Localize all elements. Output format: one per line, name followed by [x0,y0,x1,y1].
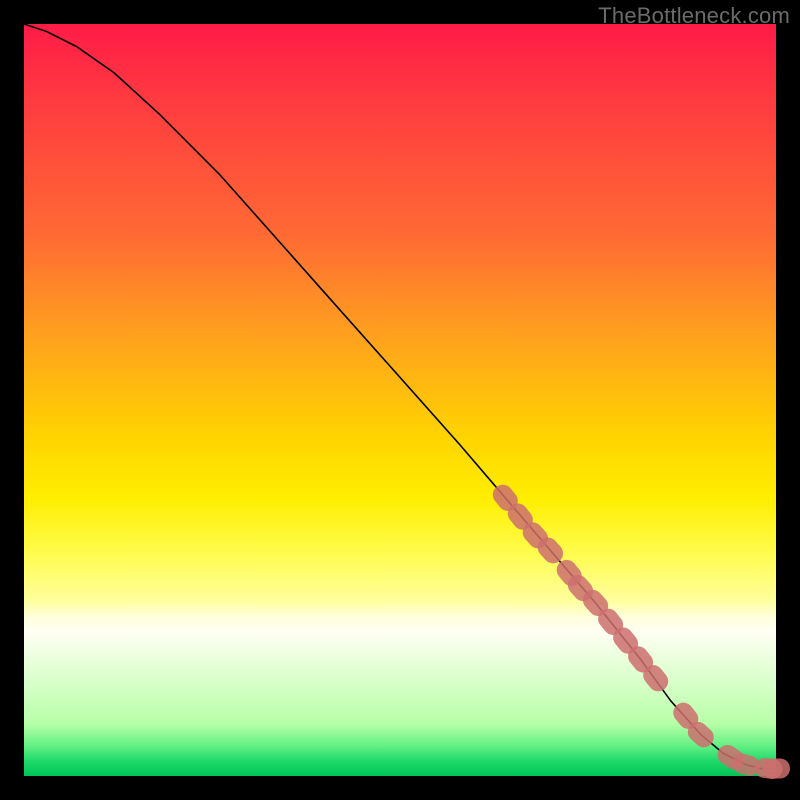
marker-group [489,481,790,781]
watermark-text: TheBottleneck.com [598,3,790,29]
chart-overlay [24,24,776,776]
curve-marker [762,759,790,779]
chart-stage: TheBottleneck.com [0,0,800,800]
bottleneck-curve [24,24,776,769]
plot-area [24,24,776,776]
